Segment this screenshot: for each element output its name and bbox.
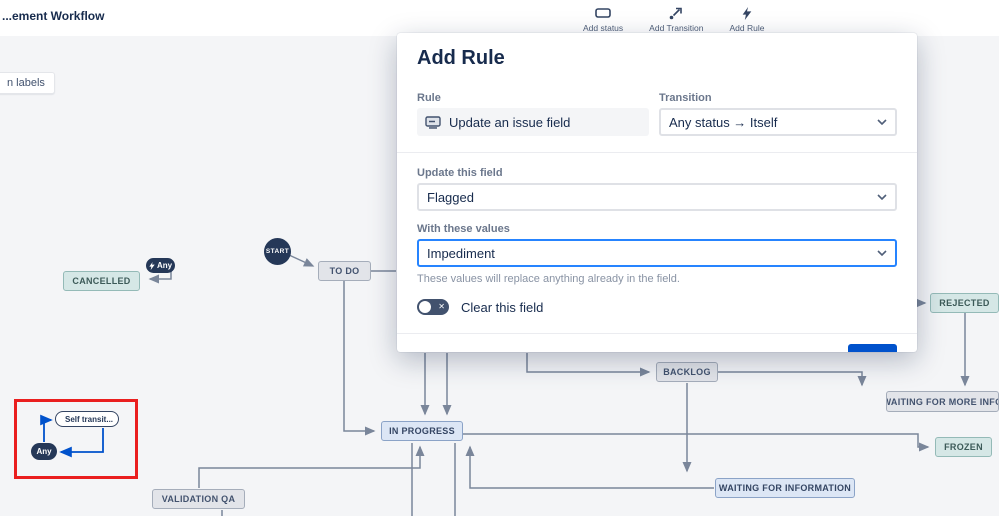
rule-field-label: Rule — [417, 92, 441, 104]
add-status-button[interactable]: Add status — [583, 6, 623, 33]
transition-labels-toggle[interactable]: n labels — [0, 72, 55, 94]
status-node-rejected[interactable]: REJECTED — [930, 293, 999, 313]
update-field-icon — [425, 115, 441, 129]
transition-select[interactable]: Any status → Itself — [659, 108, 897, 136]
add-transition-button[interactable]: Add Transition — [649, 6, 704, 33]
chevron-down-icon — [877, 119, 887, 125]
status-node-validation-qa[interactable]: VALIDATION QA — [152, 489, 245, 509]
values-field-label: With these values — [417, 223, 510, 235]
toggle-knob — [419, 301, 431, 313]
add-button[interactable]: Add — [847, 344, 897, 352]
start-node[interactable]: START — [264, 238, 291, 265]
workflow-title: ...ement Workflow — [2, 9, 105, 23]
app-header: ...ement Workflow Add status Add Transit… — [0, 0, 999, 36]
self-transition-pill[interactable]: Self transit... — [55, 411, 119, 427]
transition-select-value: Any status → Itself — [669, 114, 778, 130]
update-field-label: Update this field — [417, 167, 503, 179]
values-select-value: Impediment — [427, 245, 495, 261]
add-rule-button[interactable]: Add Rule — [730, 6, 764, 33]
status-node-waiting-more-info[interactable]: WAITING FOR MORE INFO — [886, 391, 999, 412]
any-status-node[interactable]: Any — [31, 443, 57, 460]
cancel-button[interactable]: Cancel — [779, 344, 839, 352]
add-rule-modal: Add Rule Rule Update an issue field Tran… — [397, 33, 917, 352]
chevron-down-icon — [877, 194, 887, 200]
clear-field-label: Clear this field — [461, 299, 544, 315]
lightning-icon — [739, 6, 755, 20]
selected-rule-label: Update an issue field — [449, 114, 571, 130]
any-transition-badge[interactable]: Any — [146, 258, 175, 273]
status-node-frozen[interactable]: FROZEN — [935, 437, 992, 457]
transition-icon — [668, 6, 684, 20]
values-select[interactable]: Impediment — [417, 239, 897, 267]
status-node-in-progress[interactable]: IN PROGRESS — [381, 421, 463, 441]
modal-title: Add Rule — [417, 47, 505, 69]
lightning-icon — [149, 261, 155, 270]
toggle-off-x-icon: ✕ — [438, 302, 445, 311]
status-node-cancelled[interactable]: CANCELLED — [63, 271, 140, 291]
transition-field-label: Transition — [659, 92, 712, 104]
modal-divider — [397, 152, 917, 153]
update-field-select[interactable]: Flagged — [417, 183, 897, 211]
status-node-todo[interactable]: TO DO — [318, 261, 371, 281]
chevron-down-icon — [877, 250, 887, 256]
selected-rule[interactable]: Update an issue field — [417, 108, 649, 136]
status-node-waiting-for-information[interactable]: WAITING FOR INFORMATION — [715, 478, 855, 498]
back-button[interactable]: Back — [417, 344, 446, 352]
clear-field-toggle[interactable]: ✕ — [417, 299, 449, 315]
status-icon — [595, 6, 611, 20]
update-field-value: Flagged — [427, 189, 474, 205]
header-toolbar: Add status Add Transition Add Rule — [583, 6, 764, 33]
status-node-backlog[interactable]: BACKLOG — [656, 362, 718, 382]
values-helper-text: These values will replace anything alrea… — [417, 273, 680, 285]
